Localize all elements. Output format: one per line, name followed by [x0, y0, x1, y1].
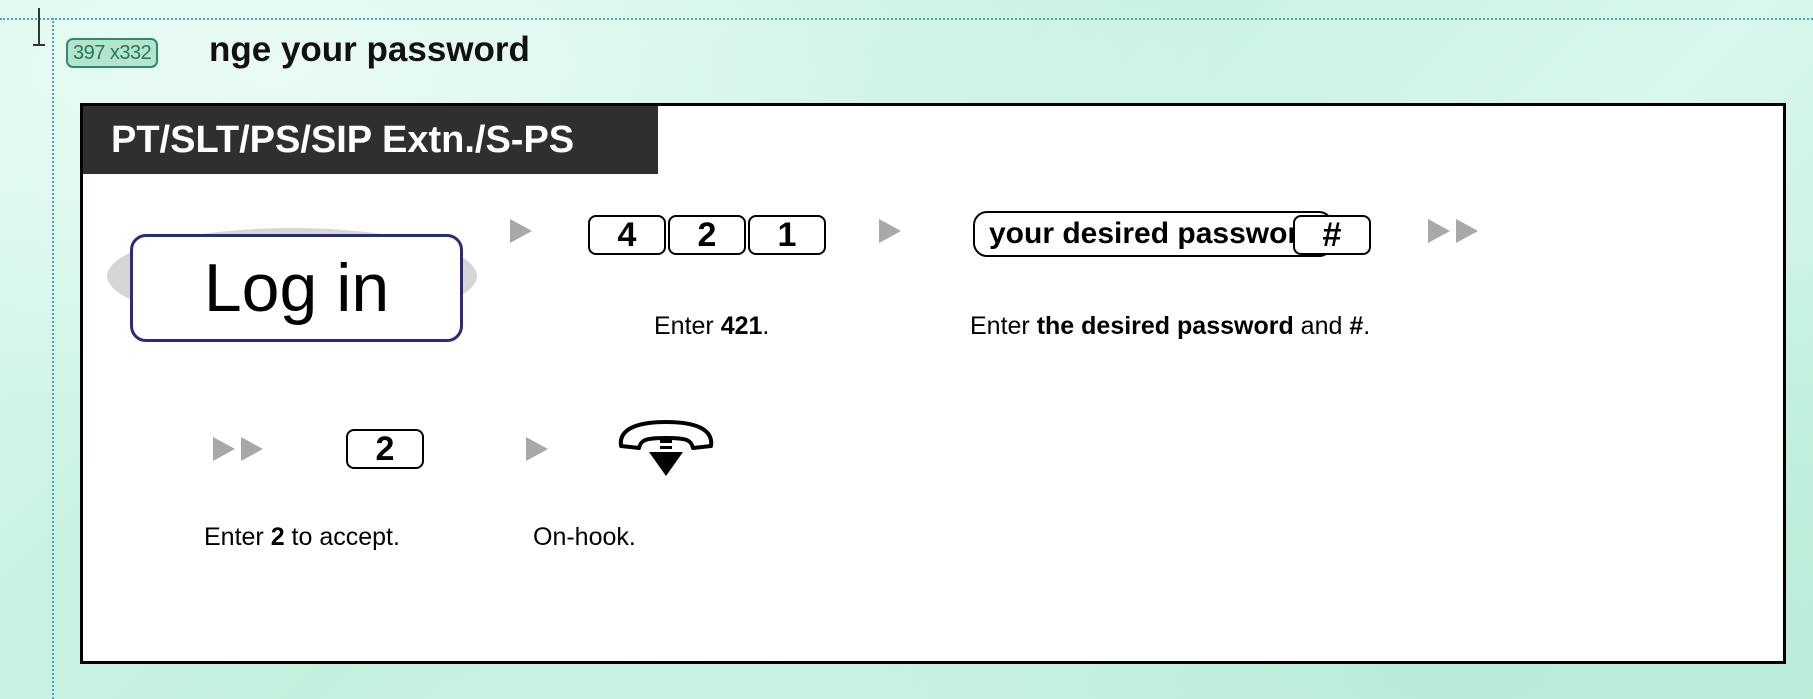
double-triangle-right-icon [1428, 219, 1484, 243]
caption-text: Enter [970, 312, 1037, 340]
triangle-right-icon [510, 219, 532, 243]
key-2: 2 [668, 215, 746, 255]
double-triangle-right-icon [213, 437, 269, 461]
caption-enter-421: Enter 421. [654, 311, 769, 341]
caption-text: to accept. [284, 523, 400, 551]
caption-text: . [1363, 312, 1371, 340]
vertical-guide-line [52, 18, 54, 699]
password-key: your desired password [973, 211, 1334, 257]
key-2-accept: 2 [346, 429, 424, 469]
horizontal-guide-line [0, 18, 1813, 20]
triangle-right-icon [526, 437, 548, 461]
image-size-badge[interactable]: 397 x332 [66, 38, 159, 68]
caption-bold: the desired password [1036, 312, 1294, 340]
triangle-right-icon [879, 219, 901, 243]
hash-key: # [1293, 215, 1371, 255]
caption-enter-password: Enter the desired password and #. [970, 311, 1370, 341]
text-cursor-icon [33, 8, 45, 48]
instruction-panel[interactable]: PT/SLT/PS/SIP Extn./S-PS Log in 4 2 1 yo… [80, 103, 1786, 664]
login-step[interactable]: Log in [130, 234, 463, 342]
caption-text: Enter [654, 312, 721, 340]
on-hook-handset-icon [618, 420, 714, 476]
caption-text: . [762, 312, 770, 340]
caption-text: and [1293, 312, 1350, 340]
key-4: 4 [588, 215, 666, 255]
caption-text: Enter [204, 523, 271, 551]
panel-header: PT/SLT/PS/SIP Extn./S-PS [83, 106, 658, 174]
key-1: 1 [748, 215, 826, 255]
caption-bold: 421 [720, 312, 763, 340]
heading-text: nge your password [209, 30, 530, 69]
caption-bold: # [1349, 312, 1364, 340]
caption-on-hook: On-hook. [533, 523, 636, 551]
caption-enter-2: Enter 2 to accept. [204, 522, 400, 552]
caption-bold: 2 [270, 523, 285, 551]
